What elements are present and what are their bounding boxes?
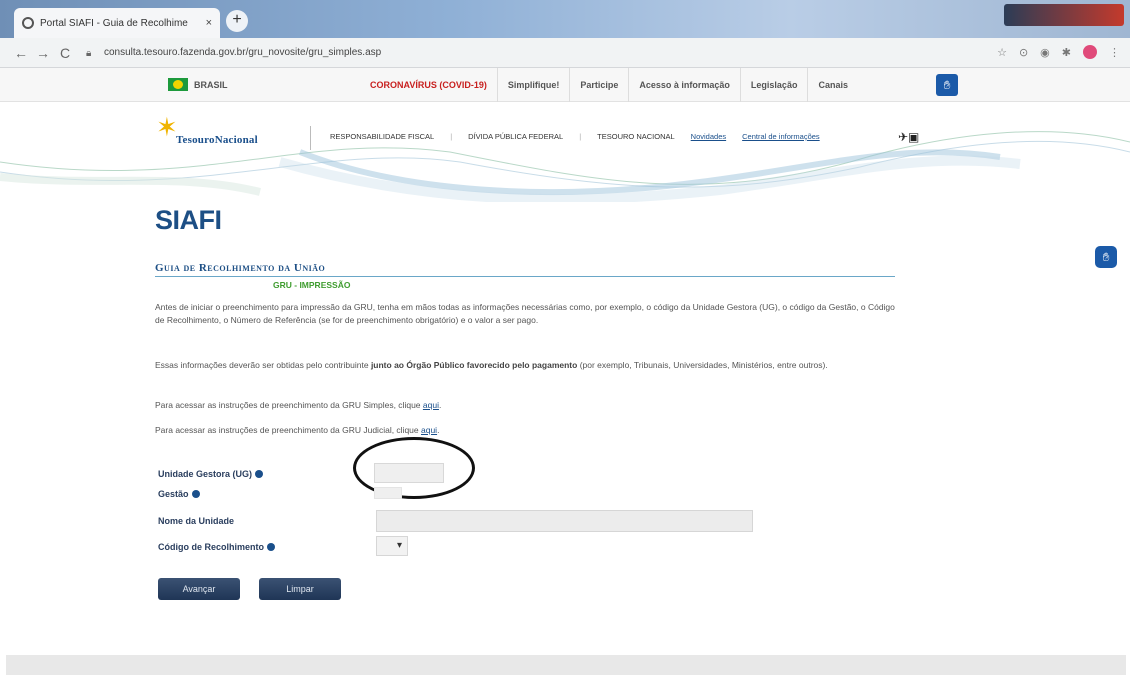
highlight-circle [353,437,475,499]
puzzle-icon[interactable]: ✱ [1062,46,1071,59]
nome-unidade-label: Nome da Unidade [158,516,235,526]
nav-separator: | [450,132,453,141]
close-tab-icon[interactable]: × [206,17,212,29]
section-divider [155,276,895,277]
avancar-button[interactable]: Avançar [158,578,240,600]
brazil-flag-icon [168,78,188,91]
central-informacoes-link[interactable]: Central de informações [742,132,820,141]
gru-judicial-link[interactable]: aqui [421,425,437,435]
intro-paragraph: Antes de iniciar o preenchimento para im… [155,302,895,325]
help-icon[interactable] [191,490,200,498]
help-icon[interactable] [255,470,264,478]
bookmark-star-icon[interactable]: ☆ [997,46,1007,59]
header-nav: RESPONSABILIDADE FISCAL | DÍVIDA PÚBLICA… [330,132,820,141]
nav-responsabilidade-fiscal[interactable]: RESPONSABILIDADE FISCAL [330,132,434,141]
government-nav: CORONAVÍRUS (COVID-19) Simplifique! Part… [360,68,858,102]
covid-link[interactable]: CORONAVÍRUS (COVID-19) [360,68,497,102]
brasil-link[interactable]: BRASIL [194,80,228,90]
browser-titlebar: Portal SIAFI - Guia de Recolhime × + [0,0,1130,38]
header-divider [310,126,311,150]
nav-separator: | [579,132,582,141]
limpar-button[interactable]: Limpar [259,578,341,600]
globe-icon [22,17,34,29]
footer [6,655,1126,675]
tesouro-logo[interactable]: ✶ TesouroNacional [156,112,296,152]
acesso-informacao-link[interactable]: Acesso à informação [628,68,740,102]
gru-judicial-paragraph: Para acessar as instruções de preenchime… [155,425,440,435]
browser-tab[interactable]: Portal SIAFI - Guia de Recolhime × [14,8,220,38]
extension-icon[interactable]: ◉ [1040,46,1050,59]
canais-link[interactable]: Canais [807,68,858,102]
government-bar: BRASIL CORONAVÍRUS (COVID-19) Simplifiqu… [0,68,1130,102]
page-title: SIAFI [155,205,222,235]
forward-button[interactable]: → [32,45,54,61]
menu-icon[interactable]: ⋮ [1109,46,1120,59]
nav-tesouro-nacional[interactable]: TESOURO NACIONAL [597,132,675,141]
participe-link[interactable]: Participe [569,68,628,102]
help-icon[interactable] [267,543,276,551]
nav-divida-publica[interactable]: DÍVIDA PÚBLICA FEDERAL [468,132,563,141]
gru-simples-paragraph: Para acessar as instruções de preenchime… [155,400,442,410]
accessibility-hand-icon[interactable]: ✋︎ [936,74,958,96]
section-subtitle: GRU - IMPRESSÃO [273,280,351,290]
address-bar[interactable]: 🔒︎ consulta.tesouro.fazenda.gov.br/gru_n… [86,42,986,64]
profile-avatar[interactable] [1083,45,1097,59]
gestao-label: Gestão [158,489,200,499]
star-icon: ✶ [156,112,178,142]
legislacao-link[interactable]: Legislação [739,68,808,102]
window-controls[interactable] [1004,4,1124,26]
codigo-recolhimento-select[interactable]: ▾ [376,536,408,556]
reload-button[interactable]: C [54,45,76,61]
social-icons[interactable]: ✈︎▣ [898,130,919,144]
tab-title: Portal SIAFI - Guia de Recolhime [40,17,188,29]
extension-icons: ☆ ⊙ ◉ ✱ ⋮ [997,45,1120,59]
gru-simples-link[interactable]: aqui [423,400,439,410]
back-button[interactable]: ← [10,45,32,61]
simplifique-link[interactable]: Simplifique! [496,68,570,102]
section-title: Guia de Recolhimento da União [155,262,326,274]
ug-label: Unidade Gestora (UG) [158,469,264,479]
site-header: ✶ TesouroNacional RESPONSABILIDADE FISCA… [0,102,1130,202]
info-paragraph: Essas informações deverão ser obtidas pe… [155,360,828,370]
logo-text: TesouroNacional [176,134,258,146]
lock-icon: 🔒︎ [86,47,92,59]
codigo-recolhimento-label: Código de Recolhimento [158,542,276,552]
extension-icon[interactable]: ⊙ [1019,46,1028,59]
accessibility-side-button[interactable]: ✋︎ [1095,246,1117,268]
url-text: consulta.tesouro.fazenda.gov.br/gru_novo… [104,47,382,58]
novidades-link[interactable]: Novidades [691,132,726,141]
new-tab-button[interactable]: + [226,10,248,32]
nome-unidade-input[interactable] [376,510,753,532]
browser-toolbar: ← → C 🔒︎ consulta.tesouro.fazenda.gov.br… [0,38,1130,68]
gestao-input[interactable] [374,487,402,499]
